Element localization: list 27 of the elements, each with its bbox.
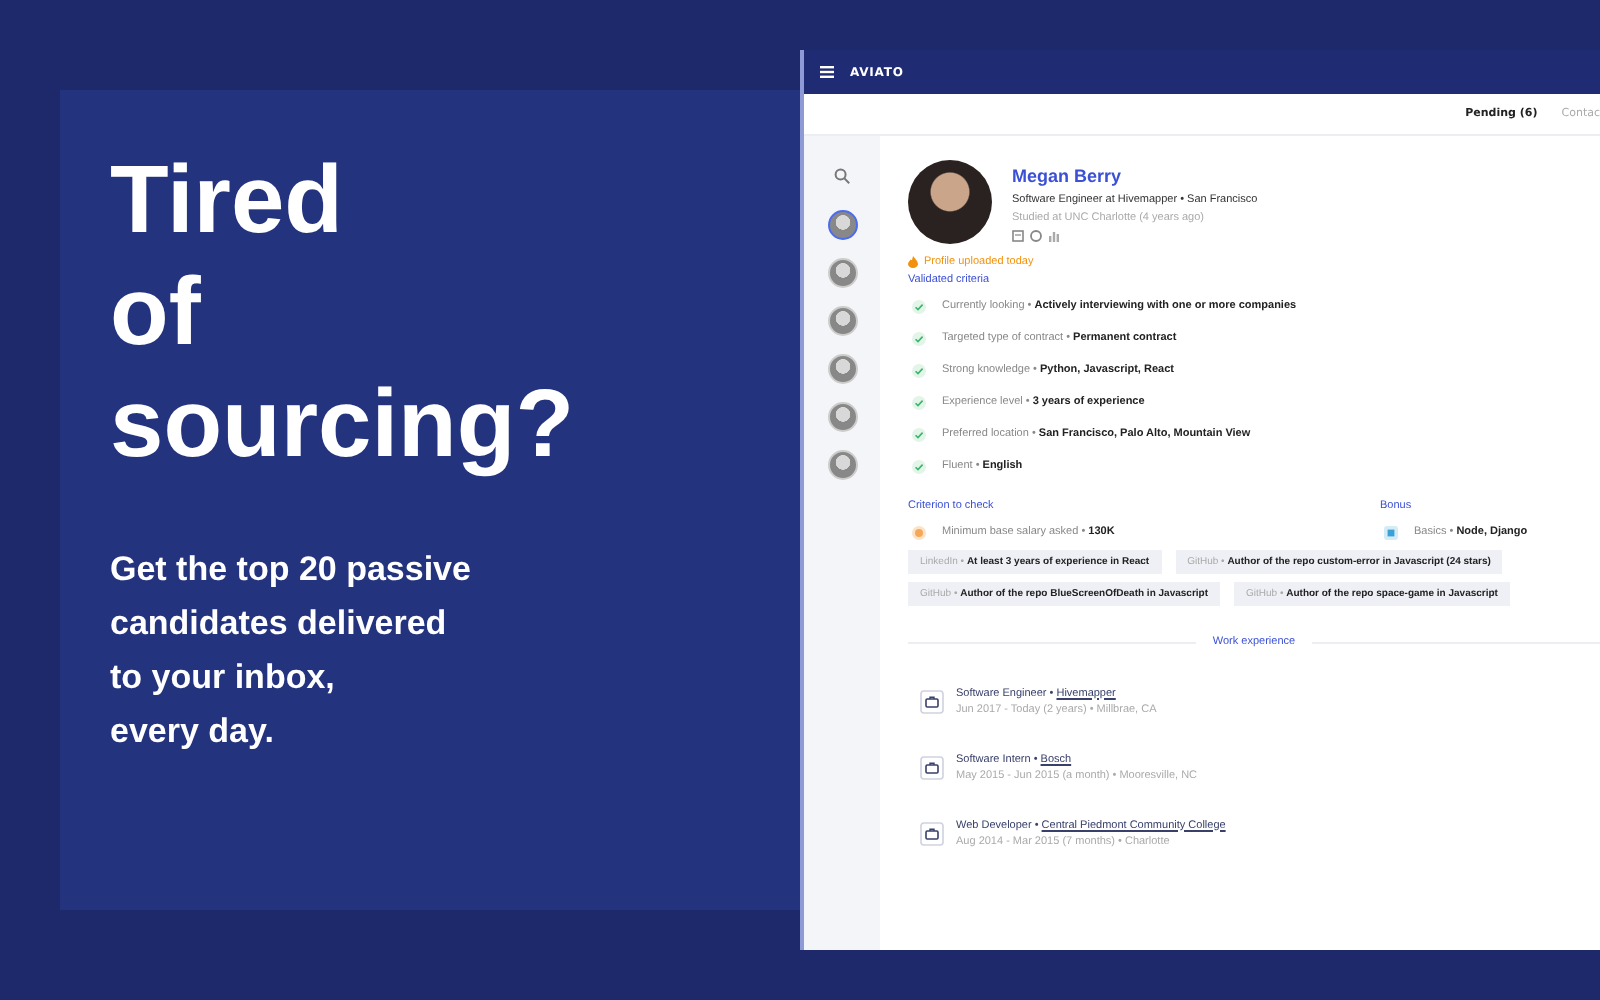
avatar[interactable] [827,354,857,384]
plus-icon [1384,525,1398,539]
check-icon [912,395,926,409]
avatar[interactable] [827,258,857,288]
candidate-name: Megan Berry [1012,166,1124,186]
check-icon [912,363,926,377]
search-icon [834,168,850,184]
check-icon [912,459,926,473]
avatar[interactable] [827,450,857,480]
dot-icon [912,525,926,539]
flame-icon [908,256,918,268]
check-icon [912,299,926,313]
check-icon [912,331,926,345]
menu-icon [820,66,834,78]
avatar[interactable] [827,210,857,240]
briefcase-icon [920,689,944,713]
github-icon [1030,230,1042,242]
document-icon [1012,230,1024,242]
profile-photo [908,160,992,244]
headline: Tired of sourcing? [110,146,577,482]
briefcase-icon [920,755,944,779]
avatar[interactable] [827,306,857,336]
chart-icon [1048,230,1060,242]
check-icon [912,427,926,441]
briefcase-icon [920,821,944,845]
avatar[interactable] [827,402,857,432]
subheadline: Get the top 20 passive candidates delivered to your inbox, every day. [110,548,473,754]
